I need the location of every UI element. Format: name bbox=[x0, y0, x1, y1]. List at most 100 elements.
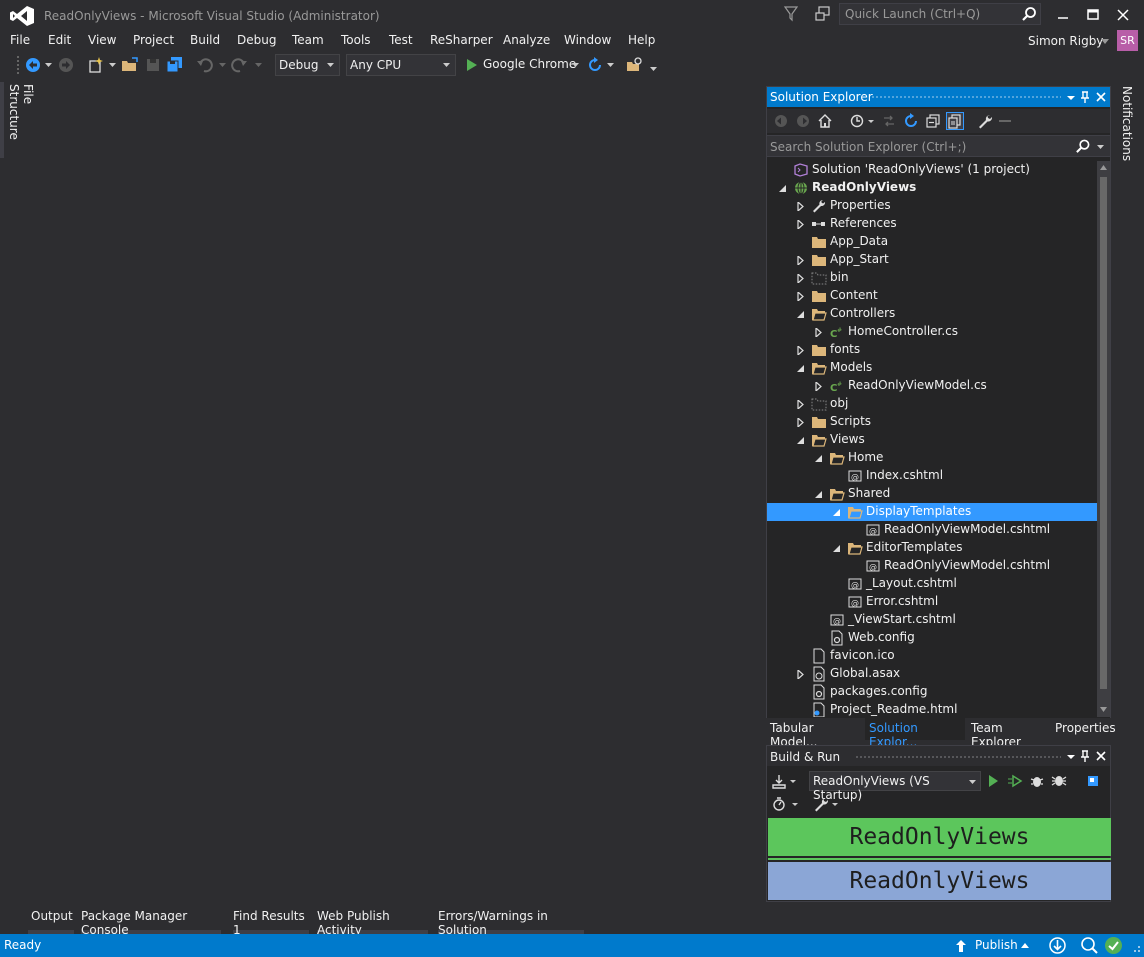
toolbar-grip[interactable] bbox=[16, 55, 20, 75]
menu-analyze[interactable]: Analyze bbox=[503, 33, 550, 47]
menu-window[interactable]: Window bbox=[564, 33, 611, 47]
maximize-button[interactable] bbox=[1078, 4, 1108, 26]
tab-output[interactable]: Output bbox=[28, 906, 74, 934]
tree-item[interactable]: obj bbox=[767, 395, 1097, 413]
expanded-arrow-icon[interactable] bbox=[833, 508, 841, 517]
collapsed-arrow-icon[interactable] bbox=[815, 328, 823, 337]
tree-item[interactable]: favicon.ico bbox=[767, 647, 1097, 665]
collapsed-arrow-icon[interactable] bbox=[815, 382, 823, 391]
tree-item[interactable]: Solution 'ReadOnlyViews' (1 project) bbox=[767, 161, 1097, 179]
settings-cube-icon[interactable] bbox=[1085, 773, 1101, 789]
tree-item[interactable]: App_Data bbox=[767, 233, 1097, 251]
chevron-down-icon[interactable] bbox=[1097, 145, 1104, 149]
tree-item[interactable]: @ ReadOnlyViewModel.cshtml bbox=[767, 521, 1097, 539]
debug-bug-icon[interactable] bbox=[1029, 773, 1045, 789]
timer-icon[interactable] bbox=[771, 796, 787, 812]
new-project-icon[interactable] bbox=[87, 56, 105, 74]
tree-item[interactable]: Controllers bbox=[767, 305, 1097, 323]
search-icon[interactable] bbox=[1075, 139, 1090, 154]
close-button[interactable] bbox=[1108, 4, 1138, 26]
sync-with-document-icon[interactable] bbox=[881, 113, 897, 129]
tree-item[interactable]: Content bbox=[767, 287, 1097, 305]
home-icon[interactable] bbox=[817, 113, 833, 129]
menu-project[interactable]: Project bbox=[133, 33, 174, 47]
menu-tools[interactable]: Tools bbox=[341, 33, 371, 47]
download-updates-icon[interactable] bbox=[1048, 936, 1067, 955]
scrollbar-thumb[interactable] bbox=[1100, 177, 1107, 689]
wrench-icon[interactable] bbox=[813, 796, 829, 812]
attach-debugger-icon[interactable] bbox=[1051, 773, 1067, 789]
tab-solution-explorer[interactable]: Solution Explor... bbox=[865, 718, 965, 749]
tree-item[interactable]: Models bbox=[767, 359, 1097, 377]
properties-wrench-icon[interactable] bbox=[977, 113, 993, 129]
chevron-down-icon[interactable] bbox=[789, 773, 797, 789]
close-icon[interactable] bbox=[1094, 90, 1108, 104]
expanded-arrow-icon[interactable] bbox=[797, 310, 805, 319]
chevron-down-icon[interactable] bbox=[867, 113, 875, 129]
run-icon[interactable] bbox=[985, 773, 1001, 789]
tree-item[interactable]: Shared bbox=[767, 485, 1097, 503]
menu-view[interactable]: View bbox=[88, 33, 116, 47]
resize-grip-icon[interactable] bbox=[1128, 936, 1142, 955]
chevron-down-icon[interactable] bbox=[109, 63, 116, 67]
chevron-down-icon[interactable] bbox=[831, 796, 839, 812]
save-icon[interactable] bbox=[144, 56, 162, 74]
back-icon[interactable] bbox=[773, 113, 789, 129]
quick-launch-input[interactable]: Quick Launch (Ctrl+Q) bbox=[839, 3, 1041, 25]
tree-item[interactable]: Web.config bbox=[767, 629, 1097, 647]
toolbar-overflow-icon[interactable] bbox=[650, 67, 657, 71]
tree-item[interactable]: C # ReadOnlyViewModel.cs bbox=[767, 377, 1097, 395]
solution-configuration-dropdown[interactable]: Debug bbox=[275, 54, 340, 76]
preview-selected-items-icon[interactable] bbox=[997, 113, 1013, 129]
tab-find-results-1[interactable]: Find Results 1 bbox=[233, 906, 309, 937]
menu-build[interactable]: Build bbox=[190, 33, 220, 47]
tree-item[interactable]: packages.config bbox=[767, 683, 1097, 701]
tab-errors-warnings-in-solution[interactable]: Errors/Warnings in Solution bbox=[438, 906, 584, 937]
tree-item[interactable]: References bbox=[767, 215, 1097, 233]
menu-edit[interactable]: Edit bbox=[48, 33, 71, 47]
tree-item[interactable]: @ ReadOnlyViewModel.cshtml bbox=[767, 557, 1097, 575]
forward-icon[interactable] bbox=[795, 113, 811, 129]
collapsed-arrow-icon[interactable] bbox=[797, 202, 805, 211]
feedback-icon[interactable] bbox=[814, 5, 832, 23]
scroll-down-icon[interactable] bbox=[1100, 707, 1107, 712]
search-icon[interactable] bbox=[1021, 6, 1037, 22]
avatar[interactable]: SR bbox=[1117, 30, 1138, 51]
show-all-files-icon[interactable] bbox=[946, 112, 964, 130]
chevron-down-icon[interactable] bbox=[255, 63, 262, 67]
collapsed-arrow-icon[interactable] bbox=[797, 220, 805, 229]
refresh-icon[interactable] bbox=[903, 113, 919, 129]
navigate-back-icon[interactable] bbox=[24, 56, 42, 74]
menu-file[interactable]: File bbox=[10, 33, 30, 47]
run-without-debugging-icon[interactable] bbox=[1007, 773, 1023, 789]
pin-icon[interactable] bbox=[1078, 749, 1092, 763]
expanded-arrow-icon[interactable] bbox=[815, 490, 823, 499]
tree-item[interactable]: @ Index.cshtml bbox=[767, 467, 1097, 485]
close-icon[interactable] bbox=[1094, 749, 1108, 763]
minimize-button[interactable] bbox=[1048, 4, 1078, 26]
open-file-icon[interactable] bbox=[121, 56, 139, 74]
navigate-forward-icon[interactable] bbox=[57, 56, 75, 74]
menu-resharper[interactable]: ReSharper bbox=[430, 33, 493, 47]
chevron-down-icon[interactable] bbox=[572, 63, 579, 67]
build-and-run-header[interactable]: Build & Run bbox=[767, 746, 1110, 766]
chevron-down-icon[interactable] bbox=[1064, 90, 1078, 104]
panel-drag-grip[interactable] bbox=[871, 95, 1061, 99]
tree-item[interactable]: Project_Readme.html bbox=[767, 701, 1097, 717]
user-name[interactable]: Simon Rigby bbox=[1028, 34, 1103, 48]
collapsed-arrow-icon[interactable] bbox=[797, 670, 805, 679]
pending-changes-filter-icon[interactable] bbox=[849, 113, 865, 129]
collapse-all-icon[interactable] bbox=[925, 113, 941, 129]
redo-icon[interactable] bbox=[230, 56, 248, 74]
tab-tabular-model-explorer[interactable]: Tabular Model... bbox=[766, 718, 864, 749]
collapsed-arrow-icon[interactable] bbox=[797, 256, 805, 265]
panel-drag-grip[interactable] bbox=[855, 755, 1061, 759]
start-debugging-button[interactable]: Google Chrome bbox=[464, 54, 584, 76]
tree-item[interactable]: EditorTemplates bbox=[767, 539, 1097, 557]
expanded-arrow-icon[interactable] bbox=[833, 544, 841, 553]
tree-item[interactable]: DisplayTemplates bbox=[767, 503, 1097, 521]
tree-item[interactable]: @ Error.cshtml bbox=[767, 593, 1097, 611]
tree-item[interactable]: @ _ViewStart.cshtml bbox=[767, 611, 1097, 629]
refresh-browser-icon[interactable] bbox=[586, 56, 604, 74]
build-project-tile[interactable]: ReadOnlyViews bbox=[768, 818, 1111, 856]
